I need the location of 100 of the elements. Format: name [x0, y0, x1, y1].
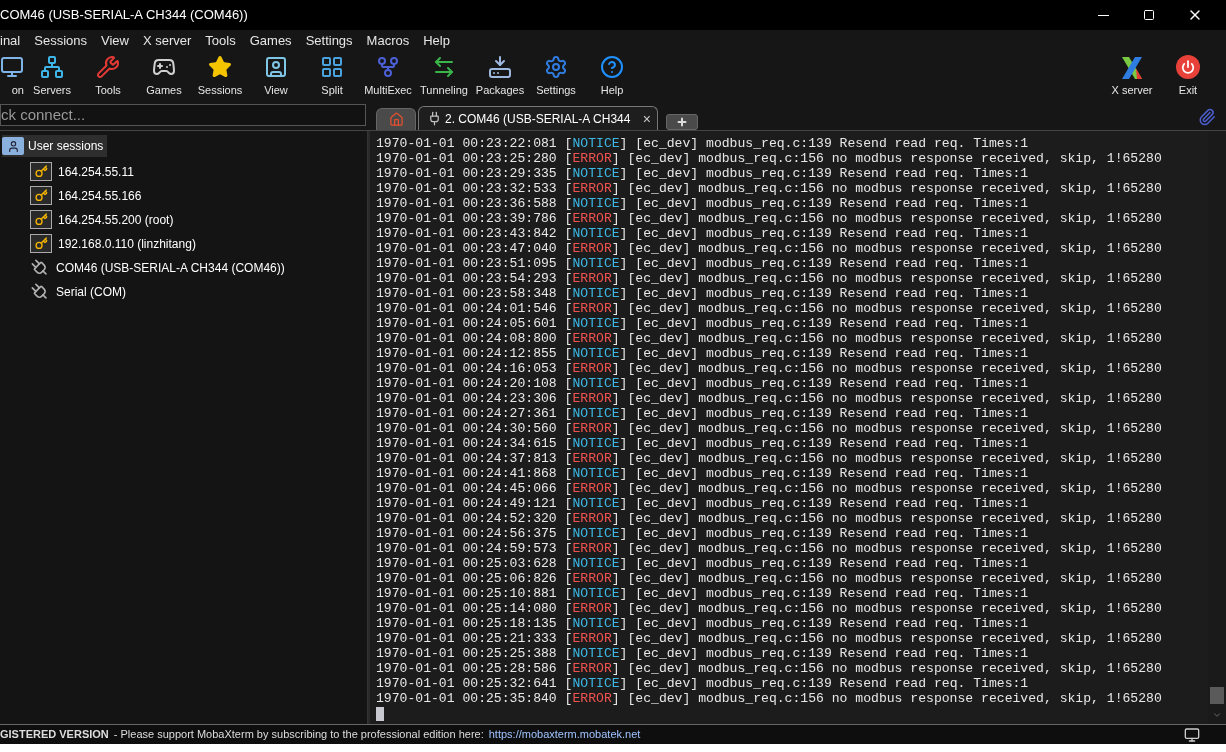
menu-item[interactable]: Tools: [205, 31, 236, 51]
log-line: 1970-01-01 00:23:43:842 [NOTICE] [ec_dev] modbus_req.c:139 Resend read req. Times:1: [376, 226, 1029, 241]
log-line: 1970-01-01 00:24:52:320 [ERROR] [ec_dev] modbus_req.c:156 no modbus response received, skip, 1!65280: [376, 511, 1162, 526]
log-line: 1970-01-01 00:23:36:588 [NOTICE] [ec_dev] modbus_req.c:139 Resend read req. Times:1: [376, 196, 1029, 211]
close-button[interactable]: ×: [642, 111, 651, 126]
log-line: 1970-01-01 00:23:51:095 [NOTICE] [ec_dev] modbus_req.c:139 Resend read req. Times:1: [376, 256, 1029, 271]
user-screen-icon: [264, 55, 288, 79]
scrollbar-thumb[interactable]: [1210, 687, 1224, 704]
log-line: 1970-01-01 00:25:14:080 [ERROR] [ec_dev] modbus_req.c:156 no modbus response received, skip, 1!65280: [376, 601, 1162, 616]
arrows-icon: [432, 55, 456, 79]
toolbar-button[interactable]: Games: [136, 52, 192, 98]
key-icon: [30, 162, 52, 181]
scroll-down-icon[interactable]: [1212, 710, 1222, 720]
x-logo-icon: [1119, 55, 1145, 81]
log-line: 1970-01-01 00:24:27:361 [NOTICE] [ec_dev] modbus_req.c:139 Resend read req. Times:1: [376, 406, 1029, 421]
log-line: 1970-01-01 00:24:08:800 [ERROR] [ec_dev] modbus_req.c:156 no modbus response received, skip, 1!65280: [376, 331, 1162, 346]
log-line: 1970-01-01 00:25:18:135 [NOTICE] [ec_dev] modbus_req.c:139 Resend read req. Times:1: [376, 616, 1029, 631]
log-line: 1970-01-01 00:24:45:066 [ERROR] [ec_dev] modbus_req.c:156 no modbus response received, skip, 1!65280: [376, 481, 1162, 496]
log-line: 1970-01-01 00:25:10:881 [NOTICE] [ec_dev] modbus_req.c:139 Resend read req. Times:1: [376, 586, 1029, 601]
log-line: 1970-01-01 00:24:34:615 [NOTICE] [ec_dev] modbus_req.c:139 Resend read req. Times:1: [376, 436, 1029, 451]
fork-icon: [376, 55, 400, 79]
log-line: 1970-01-01 00:24:16:053 [ERROR] [ec_dev] modbus_req.c:156 no modbus response received, skip, 1!65280: [376, 361, 1162, 376]
toolbar-button[interactable]: MultiExec: [360, 52, 416, 98]
log-line: 1970-01-01 00:25:03:628 [NOTICE] [ec_dev] modbus_req.c:139 Resend read req. Times:1: [376, 556, 1029, 571]
home-icon: [388, 112, 404, 127]
settings-icon: [544, 55, 568, 79]
network-icon: [40, 55, 64, 79]
toolbar-button[interactable]: Settings: [528, 52, 584, 98]
tree-item[interactable]: 192.168.0.110 (linzhitang): [30, 234, 200, 253]
log-line: 1970-01-01 00:24:59:573 [ERROR] [ec_dev] modbus_req.c:156 no modbus response received, skip, 1!65280: [376, 541, 1162, 556]
log-line: 1970-01-01 00:25:35:840 [ERROR] [ec_dev] modbus_req.c:156 no modbus response received, skip, 1!65280: [376, 691, 1162, 706]
edition-label: GISTERED VERSION: [0, 727, 109, 743]
menu-item[interactable]: Help: [423, 31, 450, 51]
toolbar-button[interactable]: View: [248, 52, 304, 98]
log-line: 1970-01-01 00:23:54:293 [ERROR] [ec_dev] modbus_req.c:156 no modbus response received, skip, 1!65280: [376, 271, 1162, 286]
plug-icon: [427, 111, 442, 126]
monitor-icon: [0, 55, 24, 79]
log-line: 1970-01-01 00:24:30:560 [ERROR] [ec_dev] modbus_req.c:156 no modbus response received, skip, 1!65280: [376, 421, 1162, 436]
log-line: 1970-01-01 00:23:25:280 [ERROR] [ec_dev] modbus_req.c:156 no modbus response received, skip, 1!65280: [376, 151, 1162, 166]
log-line: 1970-01-01 00:24:05:601 [NOTICE] [ec_dev] modbus_req.c:139 Resend read req. Times:1: [376, 316, 1029, 331]
toolbar-button[interactable]: Tunneling: [416, 52, 472, 98]
log-line: 1970-01-01 00:23:58:348 [NOTICE] [ec_dev] modbus_req.c:139 Resend read req. Times:1: [376, 286, 1029, 301]
help-icon: [600, 55, 624, 79]
toolbar-button[interactable]: X server: [1104, 52, 1160, 98]
log-line: 1970-01-01 00:25:32:641 [NOTICE] [ec_dev] modbus_req.c:139 Resend read req. Times:1: [376, 676, 1029, 691]
tree-item[interactable]: COM46 (USB-SERIAL-A CH344 (COM46)): [30, 258, 289, 277]
menu-item[interactable]: Games: [249, 31, 292, 51]
cursor: [376, 707, 384, 721]
session-tab[interactable]: 2. COM46 (USB-SERIAL-A CH344 ×: [418, 106, 658, 130]
menu-item[interactable]: inal: [0, 31, 21, 51]
website-link[interactable]: https://mobaxterm.mobatek.net: [488, 726, 641, 743]
toolbar-button[interactable]: Packages: [472, 52, 528, 98]
drive-icon: [488, 55, 512, 79]
menu-item[interactable]: Macros: [366, 31, 410, 51]
toolbar-button[interactable]: Help: [584, 52, 640, 98]
log-line: 1970-01-01 00:23:47:040 [ERROR] [ec_dev] modbus_req.c:156 no modbus response received, skip, 1!65280: [376, 241, 1162, 256]
log-line: 1970-01-01 00:24:37:813 [ERROR] [ec_dev] modbus_req.c:156 no modbus response received, skip, 1!65280: [376, 451, 1162, 466]
window-title: COM46 (USB-SERIAL-A CH344 (COM46)): [0, 6, 248, 25]
plus-icon: [676, 116, 688, 128]
user-folder-icon: [2, 137, 24, 155]
tree-item[interactable]: Serial (COM): [30, 282, 130, 301]
minimize-icon: [1097, 14, 1109, 16]
log-line: 1970-01-01 00:25:06:826 [ERROR] [ec_dev] modbus_req.c:156 no modbus response received, skip, 1!65280: [376, 571, 1162, 586]
toolbar-button[interactable]: on: [0, 52, 24, 98]
log-line: 1970-01-01 00:23:32:533 [ERROR] [ec_dev] modbus_req.c:156 no modbus response received, skip, 1!65280: [376, 181, 1162, 196]
log-line: 1970-01-01 00:23:29:335 [NOTICE] [ec_dev] modbus_req.c:139 Resend read req. Times:1: [376, 166, 1029, 181]
grid-icon: [320, 55, 344, 79]
tree-item[interactable]: User sessions: [2, 135, 108, 157]
monitor-icon[interactable]: [1184, 726, 1200, 743]
menu-item[interactable]: Sessions: [34, 31, 87, 51]
toolbar-button[interactable]: Exit: [1160, 52, 1216, 98]
log-line: 1970-01-01 00:24:49:121 [NOTICE] [ec_dev] modbus_req.c:139 Resend read req. Times:1: [376, 496, 1029, 511]
log-line: 1970-01-01 00:23:22:081 [NOTICE] [ec_dev] modbus_req.c:139 Resend read req. Times:1: [376, 136, 1029, 151]
toolbar-button[interactable]: Sessions: [192, 52, 248, 98]
star-icon: [208, 55, 232, 79]
quick-connect-field[interactable]: ck connect...: [0, 104, 366, 126]
log-line: 1970-01-01 00:24:56:375 [NOTICE] [ec_dev] modbus_req.c:139 Resend read req. Times:1: [376, 526, 1029, 541]
tree-item[interactable]: 164.254.55.200 (root): [30, 210, 178, 229]
toolbar-button[interactable]: Servers: [24, 52, 80, 98]
new-tab-button[interactable]: [666, 114, 698, 130]
menu-item[interactable]: Settings: [305, 31, 353, 51]
tab-title: 2. COM46 (USB-SERIAL-A CH344: [445, 110, 631, 128]
support-message: - Please support MobaXterm by subscribing to the professional edition here:: [113, 727, 484, 743]
log-line: 1970-01-01 00:25:21:333 [ERROR] [ec_dev] modbus_req.c:156 no modbus response received, skip, 1!65280: [376, 631, 1162, 646]
log-line: 1970-01-01 00:25:25:388 [NOTICE] [ec_dev] modbus_req.c:139 Resend read req. Times:1: [376, 646, 1029, 661]
paperclip-icon[interactable]: [1198, 108, 1216, 126]
toolbar-button[interactable]: Tools: [80, 52, 136, 98]
tree-item[interactable]: 164.254.55.11: [30, 162, 138, 181]
log-line: 1970-01-01 00:24:01:546 [ERROR] [ec_dev] modbus_req.c:156 no modbus response received, skip, 1!65280: [376, 301, 1162, 316]
key-icon: [30, 210, 52, 229]
menu-item[interactable]: X server: [142, 31, 192, 51]
menu-item[interactable]: View: [101, 31, 129, 51]
toolbar-button[interactable]: Split: [304, 52, 360, 98]
maximize-icon: [1143, 9, 1155, 21]
log-line: 1970-01-01 00:24:41:868 [NOTICE] [ec_dev] modbus_req.c:139 Resend read req. Times:1: [376, 466, 1029, 481]
log-line: 1970-01-01 00:24:20:108 [NOTICE] [ec_dev] modbus_req.c:139 Resend read req. Times:1: [376, 376, 1029, 391]
home-tab[interactable]: [376, 108, 416, 130]
log-line: 1970-01-01 00:23:39:786 [ERROR] [ec_dev] modbus_req.c:156 no modbus response received, skip, 1!65280: [376, 211, 1162, 226]
tree-item[interactable]: 164.254.55.166: [30, 186, 146, 205]
key-icon: [30, 234, 52, 253]
